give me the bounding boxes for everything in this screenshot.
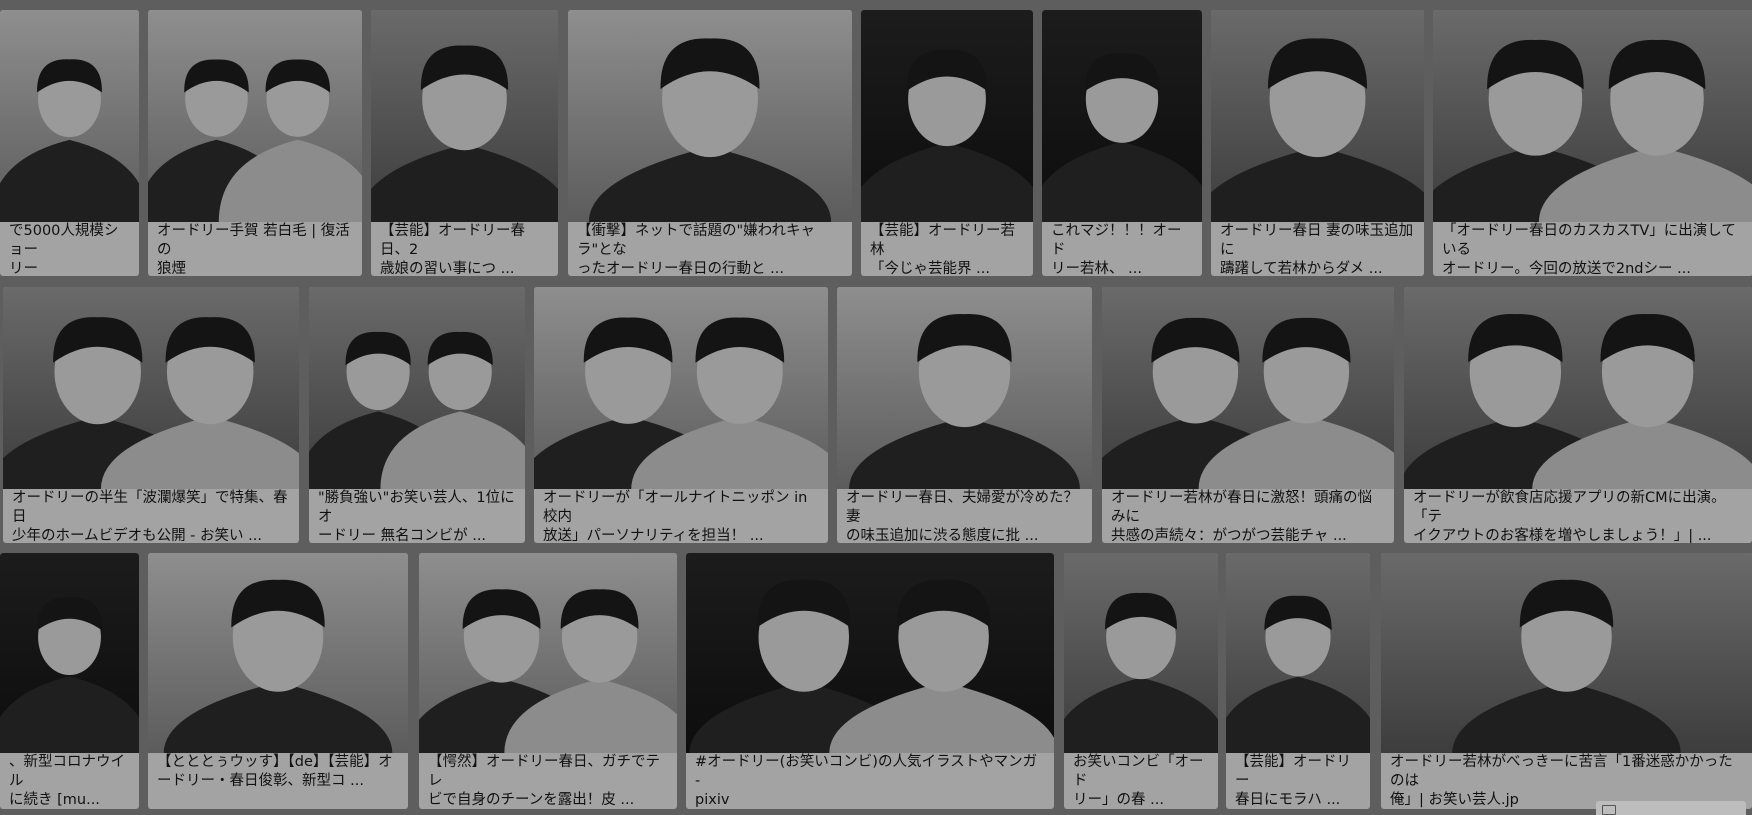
image-result-card[interactable]: オードリー春日 妻の味玉追加に 躊躇して若林からダメ ...: [1211, 10, 1424, 276]
result-caption[interactable]: オードリー若林がべっきーに苦言「1番迷惑かかったのは 俺」| お笑い芸人.jp: [1381, 749, 1752, 809]
result-thumbnail[interactable]: [148, 553, 408, 753]
result-caption[interactable]: 【芸能】オードリー若林 「今じゃ芸能界 ...: [861, 218, 1033, 276]
image-result-card[interactable]: 【芸能】オードリー 春日にモラハ ...: [1226, 553, 1370, 809]
result-caption[interactable]: "勝負強い"お笑い芸人、1位にオ ードリー 無名コンビが ...: [309, 485, 525, 543]
person-body-shape: [371, 144, 558, 222]
result-caption[interactable]: オードリー若林が春日に激怒！頭痛の悩みに 共感の声続々：がつがつ芸能チャ ...: [1102, 485, 1394, 543]
result-thumbnail[interactable]: [686, 553, 1054, 753]
person-body-shape: [0, 139, 139, 222]
image-result-card[interactable]: オードリー春日、夫婦愛が冷めた？妻 の味玉追加に渋る態度に批 ...: [837, 287, 1092, 543]
image-result-card[interactable]: 【衝撃】ネットで話題の"嫌われキャラ"とな ったオードリー春日の行動と ...: [568, 10, 852, 276]
image-result-card[interactable]: で5000人規模ショー リー: [0, 10, 139, 276]
person-body-shape: [829, 682, 1054, 753]
result-caption[interactable]: お笑いコンビ「オード リー」の春 ...: [1064, 749, 1218, 809]
result-caption[interactable]: 、新型コロナウイル に続き [mu...: [0, 749, 139, 809]
person-body-shape: [1452, 682, 1681, 753]
image-result-card[interactable]: オードリーが「オールナイトニッポン in 校内 放送」パーソナリティを担当！ .…: [534, 287, 828, 543]
image-result-card[interactable]: オードリー若林がべっきーに苦言「1番迷惑かかったのは 俺」| お笑い芸人.jp: [1381, 553, 1752, 809]
image-result-card[interactable]: #オードリー(お笑いコンビ)の人気イラストやマンガ - pixiv: [686, 553, 1054, 809]
result-caption[interactable]: 「オードリー春日のカスカスTV」に出演している オードリー。今回の放送で2ndシ…: [1433, 218, 1752, 276]
result-thumbnail[interactable]: [534, 287, 828, 489]
result-caption[interactable]: オードリーが飲食店応援アプリの新CMに出演。「テ イクアウトのお客様を増やしまし…: [1404, 485, 1752, 543]
result-thumbnail[interactable]: [1064, 553, 1218, 753]
result-caption[interactable]: #オードリー(お笑いコンビ)の人気イラストやマンガ - pixiv: [686, 749, 1054, 809]
window-icon: [1602, 805, 1616, 815]
result-thumbnail[interactable]: [1433, 10, 1752, 222]
image-result-card[interactable]: 、新型コロナウイル に続き [mu...: [0, 553, 139, 809]
image-result-card[interactable]: これマジ！！！オード リー若林、 ...: [1042, 10, 1202, 276]
image-result-card[interactable]: 【芸能】オードリー若林 「今じゃ芸能界 ...: [861, 10, 1033, 276]
result-thumbnail[interactable]: [1102, 287, 1394, 489]
result-caption[interactable]: オードリーの半生「波瀾爆笑」で特集、春日 少年のホームビデオも公開 - お笑い …: [3, 485, 299, 543]
result-caption[interactable]: で5000人規模ショー リー: [0, 218, 139, 276]
image-result-card[interactable]: オードリー手賀 若白毛 | 復活の 狼煙: [148, 10, 362, 276]
result-thumbnail[interactable]: [1404, 287, 1752, 489]
result-caption[interactable]: 【芸能】オードリー春日、2 歳娘の習い事につ ...: [371, 218, 558, 276]
result-thumbnail[interactable]: [1211, 10, 1424, 222]
person-body-shape: [1042, 141, 1202, 222]
result-caption[interactable]: オードリーが「オールナイトニッポン in 校内 放送」パーソナリティを担当！ .…: [534, 485, 828, 543]
result-caption[interactable]: 【とととぅウッす】【de】【芸能】オ ードリー・春日俊彰、新型コ ...: [148, 749, 408, 809]
image-result-card[interactable]: "勝負強い"お笑い芸人、1位にオ ードリー 無名コンビが ...: [309, 287, 525, 543]
result-caption[interactable]: 【芸能】オードリー 春日にモラハ ...: [1226, 749, 1370, 809]
result-thumbnail[interactable]: [861, 10, 1033, 222]
result-thumbnail[interactable]: [1381, 553, 1752, 753]
result-caption[interactable]: 【衝撃】ネットで話題の"嫌われキャラ"とな ったオードリー春日の行動と ...: [568, 218, 852, 276]
person-body-shape: [861, 142, 1033, 222]
result-thumbnail[interactable]: [419, 553, 677, 753]
person-body-shape: [849, 417, 1080, 489]
result-thumbnail[interactable]: [1042, 10, 1202, 222]
result-thumbnail[interactable]: [568, 10, 852, 222]
result-caption[interactable]: 【愕然】オードリー春日、ガチでテレ ビで自身のチーンを露出！皮 ...: [419, 749, 677, 809]
person-body-shape: [0, 676, 139, 753]
result-thumbnail[interactable]: [148, 10, 362, 222]
result-caption[interactable]: オードリー春日 妻の味玉追加に 躊躇して若林からダメ ...: [1211, 218, 1424, 276]
image-result-card[interactable]: お笑いコンビ「オード リー」の春 ...: [1064, 553, 1218, 809]
person-body-shape: [1211, 146, 1424, 222]
result-thumbnail[interactable]: [3, 287, 299, 489]
result-thumbnail[interactable]: [309, 287, 525, 489]
image-result-card[interactable]: オードリーの半生「波瀾爆笑」で特集、春日 少年のホームビデオも公開 - お笑い …: [3, 287, 299, 543]
image-result-card[interactable]: 【愕然】オードリー春日、ガチでテレ ビで自身のチーンを露出！皮 ...: [419, 553, 677, 809]
image-result-card[interactable]: 【とととぅウッす】【de】【芸能】オ ードリー・春日俊彰、新型コ ...: [148, 553, 408, 809]
person-body-shape: [1064, 677, 1218, 753]
result-caption[interactable]: これマジ！！！オード リー若林、 ...: [1042, 218, 1202, 276]
image-result-card[interactable]: オードリー若林が春日に激怒！頭痛の悩みに 共感の声続々：がつがつ芸能チャ ...: [1102, 287, 1394, 543]
result-thumbnail[interactable]: [837, 287, 1092, 489]
image-result-card[interactable]: 【芸能】オードリー春日、2 歳娘の習い事につ ...: [371, 10, 558, 276]
person-body-shape: [163, 682, 393, 753]
result-thumbnail[interactable]: [1226, 553, 1370, 753]
result-caption[interactable]: オードリー手賀 若白毛 | 復活の 狼煙: [148, 218, 362, 276]
result-thumbnail[interactable]: [0, 10, 139, 222]
feedback-button[interactable]: [1596, 801, 1746, 815]
result-thumbnail[interactable]: [371, 10, 558, 222]
person-body-shape: [588, 146, 832, 222]
result-thumbnail[interactable]: [0, 553, 139, 753]
result-caption[interactable]: オードリー春日、夫婦愛が冷めた？妻 の味玉追加に渋る態度に批 ...: [837, 485, 1092, 543]
person-body-shape: [1532, 417, 1752, 489]
image-result-card[interactable]: 「オードリー春日のカスカスTV」に出演している オードリー。今回の放送で2ndシ…: [1433, 10, 1752, 276]
person-body-shape: [1226, 676, 1370, 753]
image-result-card[interactable]: オードリーが飲食店応援アプリの新CMに出演。「テ イクアウトのお客様を増やしまし…: [1404, 287, 1752, 543]
